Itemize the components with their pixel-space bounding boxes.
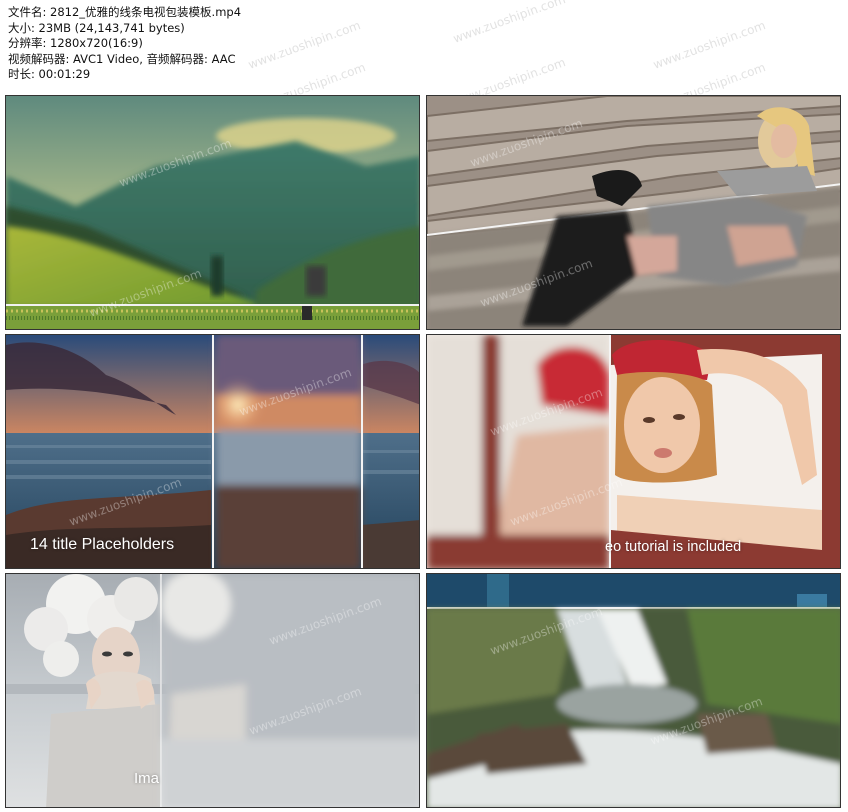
file-codecs: 视频解码器: AVC1 Video, 音频解码器: AAC: [8, 51, 236, 66]
title-placeholder-caption: 14 title Placeholders: [30, 536, 175, 553]
woman-red-hat-image: [427, 335, 840, 568]
image-caption: Ima: [134, 770, 160, 787]
file-duration: 时长: 00:01:29: [8, 67, 91, 82]
file-resolution: 分辨率: 1280x720(16:9): [8, 36, 143, 51]
file-size: 大小: 23MB (24,143,741 bytes): [8, 20, 185, 35]
watermark: www.zuoshipin.com: [246, 18, 363, 72]
waterfall-image: [427, 574, 840, 807]
thumbnail-landscape[interactable]: www.zuoshipin.com www.zuoshipin.com: [5, 95, 420, 330]
file-info: 文件名: 2812_优雅的线条电视包装模板.mp4 大小: 23MB (24,1…: [8, 5, 241, 83]
thumbnail-sunset-sea[interactable]: 14 title Placeholders www.zuoshipin.com …: [5, 334, 420, 569]
watermark: www.zuoshipin.com: [451, 0, 568, 46]
sunset-sea-image: [6, 335, 419, 568]
tutorial-caption: eo tutorial is included: [605, 539, 742, 555]
file-name: 文件名: 2812_优雅的线条电视包装模板.mp4: [8, 5, 242, 19]
thumbnail-woman-red-hat[interactable]: eo tutorial is included www.zuoshipin.co…: [426, 334, 841, 569]
thumbnail-woman-white-hair[interactable]: Ima www.zuoshipin.com www.zuoshipin.com: [5, 573, 420, 808]
thumbnail-woman-stairs[interactable]: www.zuoshipin.com www.zuoshipin.com: [426, 95, 841, 330]
landscape-image: [6, 96, 419, 329]
thumbnail-waterfall[interactable]: www.zuoshipin.com www.zuoshipin.com: [426, 573, 841, 808]
